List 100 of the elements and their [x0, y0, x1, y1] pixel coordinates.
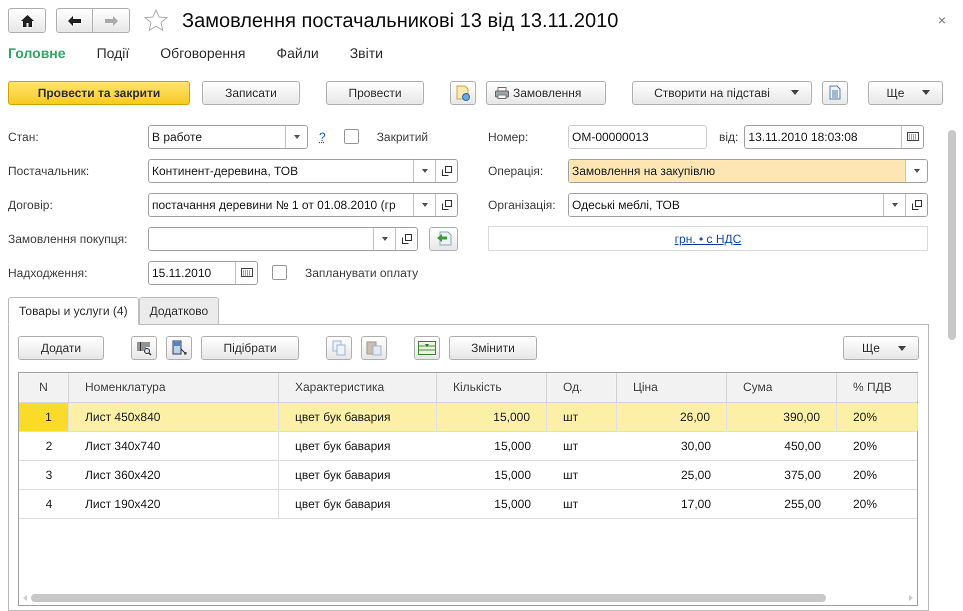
caret-icon	[914, 168, 920, 173]
date-field[interactable]: 15.11.2010	[148, 260, 258, 285]
column-header[interactable]: Ціна	[617, 372, 727, 402]
table-row[interactable]: 3 Лист 360x420 цвет бук бавария 15,000 шт 25,00 375,00 20%	[19, 460, 917, 490]
table-cell-text: шт	[562, 438, 580, 455]
column-header[interactable]: N	[19, 372, 69, 402]
fill-button[interactable]	[429, 226, 458, 251]
table-cell-text: 15,000	[493, 466, 532, 484]
table-cell-text: 2	[44, 438, 54, 455]
home-button[interactable]	[8, 8, 46, 34]
nav-tab[interactable]: Обговорення	[160, 43, 246, 64]
dropdown-button[interactable]: Ще	[868, 80, 943, 105]
vertical-scrollbar[interactable]	[948, 130, 956, 340]
table-cell-text: 30,00	[680, 438, 712, 455]
table-fill-icon	[418, 341, 436, 356]
reference-field[interactable]: Одеські меблі, ТОВ	[568, 192, 928, 217]
icon-button[interactable]	[131, 336, 157, 360]
open-icon	[402, 234, 412, 244]
table-cell-text: 3	[44, 466, 54, 484]
state-select[interactable]: В работе	[148, 124, 308, 149]
document-icon	[829, 85, 841, 100]
toolbar-button[interactable]: Записати	[202, 80, 300, 105]
table-cell-text: 255,00	[783, 496, 822, 513]
barcode-search-icon	[136, 340, 152, 356]
operation-select[interactable]: Замовлення на закупівлю	[568, 158, 928, 183]
caret-icon	[422, 202, 428, 207]
field-label: Замовлення покупця:	[8, 230, 128, 248]
table-cell-text: цвет бук бавария	[294, 496, 392, 513]
table-row[interactable]: 4 Лист 190x420 цвет бук бавария 15,000 шт 17,00 255,00 20%	[19, 490, 917, 519]
toolbar-button[interactable]: Додати	[18, 336, 104, 360]
currency-link[interactable]: грн. • с НДС	[674, 230, 742, 248]
table-cell-text: 20%	[852, 438, 878, 455]
toolbar-button[interactable]: Провести	[326, 80, 424, 105]
table-cell-text: 15,000	[493, 438, 532, 455]
table-cell: 26,00	[617, 402, 727, 431]
reference-field[interactable]: постачання деревини № 1 от 01.08.2010 (гр	[148, 192, 458, 217]
dropdown-button[interactable]: Створити на підставі	[632, 80, 812, 105]
table-cell: 15,000	[437, 402, 547, 431]
table-cell-text: цвет бук бавария	[294, 466, 392, 484]
tab[interactable]: Додатково	[138, 296, 220, 325]
field-label: від:	[719, 128, 738, 146]
table-cell-text: шт	[562, 466, 580, 484]
horizontal-scrollbar[interactable]	[31, 594, 826, 602]
window-title: Замовлення постачальникові 13 від 13.11.2010	[182, 8, 618, 34]
arrow-document-icon	[436, 231, 452, 246]
nav-tab[interactable]: Звіти	[350, 43, 383, 64]
print-button[interactable]: Замовлення	[486, 80, 606, 105]
table-cell: шт	[547, 402, 617, 431]
field-label: Надходження:	[8, 264, 88, 282]
post-and-close-button[interactable]: Провести та закрити	[8, 80, 190, 105]
reference-field[interactable]: Континент-деревина, ТОВ	[148, 158, 458, 183]
number-field[interactable]: ОМ-00000013	[568, 124, 707, 149]
checkbox-label: Закритий	[376, 128, 428, 146]
nav-tab[interactable]: Події	[96, 43, 130, 64]
document-clock-icon	[455, 84, 471, 101]
table-cell: цвет бук бавария	[279, 402, 437, 431]
toolbar-button[interactable]: Змінити	[449, 336, 537, 360]
table-cell-text: 15,000	[493, 496, 532, 513]
icon-button[interactable]	[166, 336, 192, 360]
table-cell: Лист 360x420	[69, 460, 279, 489]
caret-icon	[892, 202, 898, 207]
column-header[interactable]: Од.	[547, 372, 617, 402]
table-row[interactable]: 2 Лист 340x740 цвет бук бавария 15,000 шт 30,00 450,00 20%	[19, 432, 917, 461]
left-arrow-icon	[68, 16, 81, 26]
checkbox[interactable]	[272, 265, 287, 280]
column-header[interactable]: Кількість	[437, 372, 547, 402]
column-header[interactable]: Сума	[727, 372, 837, 402]
checkbox[interactable]	[344, 129, 359, 144]
home-icon	[20, 14, 34, 27]
open-icon	[912, 200, 922, 210]
field-label: Організація:	[488, 196, 557, 214]
table-row[interactable]: 1 Лист 450x840 цвет бук бавария 15,000 шт 26,00 390,00 20%	[19, 402, 917, 432]
table-cell-text: 20%	[852, 496, 878, 513]
column-header[interactable]: % ПДВ	[837, 372, 918, 402]
reference-field[interactable]	[148, 226, 418, 251]
caret-icon	[791, 90, 799, 96]
calendar-icon	[240, 268, 252, 278]
dropdown-button[interactable]: Ще	[843, 336, 919, 360]
table-cell: 20%	[837, 402, 918, 431]
scroll-left-icon	[23, 594, 27, 601]
caret-icon	[422, 168, 428, 173]
help-link[interactable]: ?	[319, 128, 326, 146]
printer-icon	[495, 86, 509, 99]
column-header[interactable]: Характеристика	[279, 372, 437, 402]
column-header[interactable]: Номенклатура	[69, 372, 279, 402]
tab[interactable]: Товары и услуги (4)	[8, 296, 139, 325]
calendar-icon	[906, 132, 919, 142]
nav-tab[interactable]: Файли	[276, 43, 319, 64]
caret-icon	[382, 236, 388, 241]
field-label: Номер:	[488, 128, 530, 146]
table-cell: Лист 340x740	[69, 432, 279, 460]
close-button[interactable]: ×	[938, 10, 946, 32]
table-cell: Лист 190x420	[69, 490, 279, 518]
date-field[interactable]: 13.11.2010 18:03:08	[744, 124, 924, 149]
table-cell-text: 375,00	[783, 466, 822, 484]
table-cell-text: 4	[44, 496, 54, 513]
back-button[interactable]	[56, 8, 93, 34]
toolbar-button[interactable]: Підібрати	[201, 336, 299, 360]
table-cell-text: 20%	[852, 466, 878, 484]
star-icon[interactable]	[144, 9, 168, 32]
